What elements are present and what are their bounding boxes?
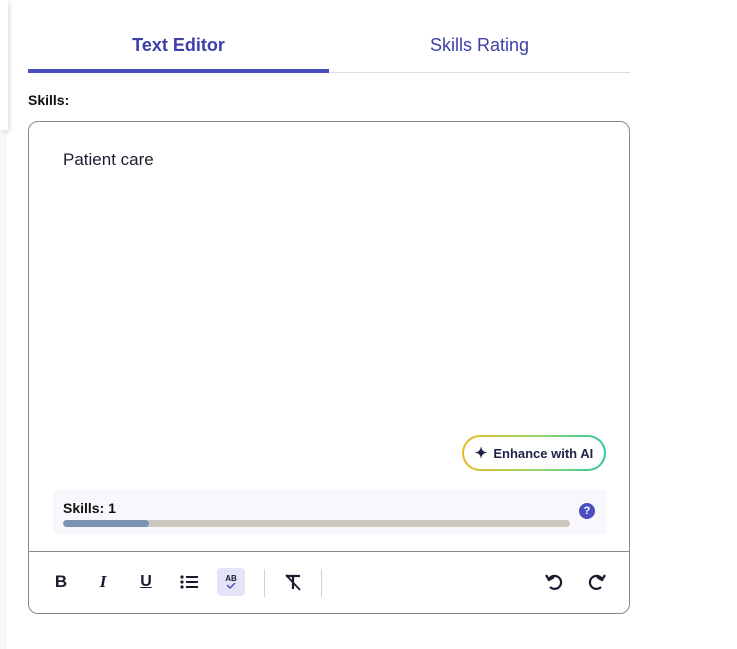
skills-progress-track bbox=[63, 520, 570, 527]
rich-text-editor: Patient care ✦ Enhance with AI Skills: 1… bbox=[28, 121, 630, 614]
skills-meter: Skills: 1 ? bbox=[53, 490, 607, 534]
enhance-with-ai-label: Enhance with AI bbox=[493, 445, 594, 461]
help-icon[interactable]: ? bbox=[579, 503, 595, 519]
tab-text-editor-label: Text Editor bbox=[132, 35, 225, 55]
italic-button[interactable]: I bbox=[89, 568, 117, 596]
editor-text-area[interactable]: Patient care bbox=[63, 150, 154, 170]
undo-icon bbox=[545, 574, 563, 590]
toolbar-divider bbox=[321, 569, 322, 597]
bullet-list-icon bbox=[180, 575, 198, 589]
tab-text-editor[interactable]: Text Editor bbox=[28, 20, 329, 73]
bullet-list-button[interactable] bbox=[175, 568, 203, 596]
redo-button[interactable] bbox=[583, 568, 611, 596]
editor-toolbar: B I U AB bbox=[29, 551, 629, 614]
skills-section-label: Skills: bbox=[28, 92, 70, 108]
tab-skills-rating[interactable]: Skills Rating bbox=[329, 20, 630, 72]
toolbar-divider bbox=[264, 569, 265, 597]
bold-button[interactable]: B bbox=[47, 568, 75, 596]
spellcheck-button[interactable]: AB bbox=[217, 568, 245, 596]
underline-button[interactable]: U bbox=[132, 568, 160, 596]
tab-bar: Text Editor Skills Rating bbox=[28, 20, 630, 73]
tab-skills-rating-label: Skills Rating bbox=[429, 35, 530, 55]
undo-button[interactable] bbox=[540, 568, 568, 596]
sparkle-icon: ✦ bbox=[474, 444, 488, 462]
svg-text:AB: AB bbox=[225, 574, 237, 583]
skills-count-label: Skills: 1 bbox=[63, 500, 116, 516]
spellcheck-icon: AB bbox=[225, 574, 237, 590]
skills-progress-fill bbox=[63, 520, 150, 527]
redo-icon bbox=[588, 574, 606, 590]
enhance-with-ai-button[interactable]: ✦ Enhance with AI bbox=[462, 435, 606, 471]
clear-formatting-icon bbox=[285, 574, 301, 591]
left-panel-card bbox=[0, 0, 8, 130]
clear-formatting-button[interactable] bbox=[279, 568, 307, 596]
